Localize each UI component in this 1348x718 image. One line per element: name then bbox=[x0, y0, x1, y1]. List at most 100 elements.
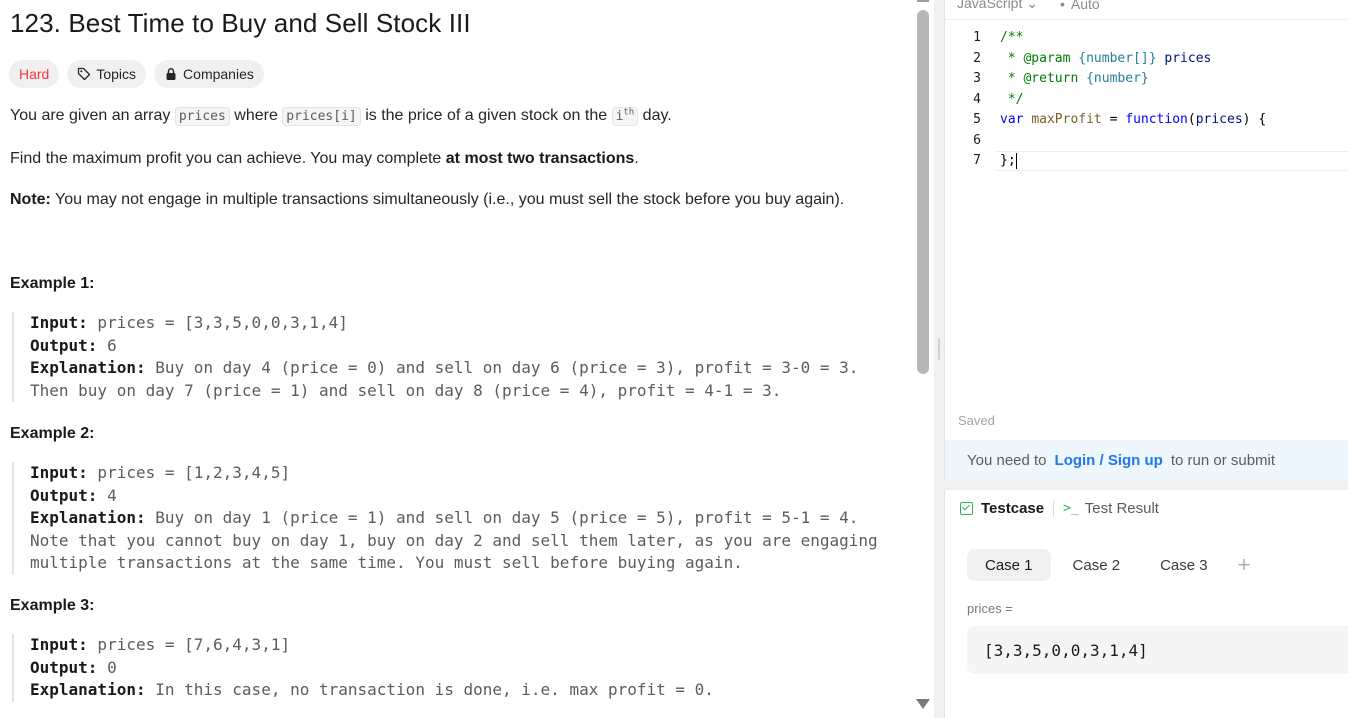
dot-icon: • bbox=[1059, 0, 1065, 12]
text: day. bbox=[638, 107, 672, 124]
description-note: Note: You may not engage in multiple tra… bbox=[10, 191, 844, 209]
line-number: 1 bbox=[973, 30, 981, 45]
case-tabs: Case 1 Case 2 Case 3 + bbox=[967, 549, 1250, 581]
code-line[interactable]: * @return {number} bbox=[1000, 69, 1149, 90]
current-line-highlight bbox=[995, 151, 1348, 171]
companies-label: Companies bbox=[183, 66, 254, 82]
example-2-block: Input: prices = [1,2,3,4,5] Output: 4 Ex… bbox=[12, 462, 878, 575]
scroll-thumb[interactable] bbox=[917, 10, 929, 374]
line-number: 6 bbox=[973, 132, 981, 148]
input-label: Input: bbox=[30, 313, 88, 332]
explanation-label: Explanation: bbox=[30, 508, 146, 528]
code-line[interactable]: * @param {number[]} prices bbox=[1000, 49, 1212, 70]
input-value: prices = [3,3,5,0,0,3,1,4] bbox=[87, 313, 348, 332]
example-2-heading: Example 2: bbox=[10, 425, 95, 442]
explanation-label: Explanation: bbox=[30, 680, 146, 700]
scroll-up-arrow[interactable] bbox=[917, 0, 929, 2]
line-number: 7 bbox=[973, 153, 981, 168]
saved-status: Saved bbox=[958, 413, 995, 428]
input-label: Input: bbox=[30, 635, 88, 654]
explanation-text: Buy on day 4 (price = 0) and sell on day… bbox=[145, 358, 859, 378]
code-line[interactable]: */ bbox=[1000, 90, 1024, 111]
variable-label: prices = bbox=[967, 601, 1013, 616]
explanation-text: multiple transactions at the same time. … bbox=[30, 553, 743, 573]
example-1-block: Input: prices = [3,3,5,0,0,3,1,4] Output… bbox=[12, 312, 859, 403]
topics-label: Topics bbox=[96, 66, 137, 82]
superscript: th bbox=[623, 107, 635, 118]
chevron-down-icon: ⌄ bbox=[1026, 0, 1038, 11]
case-3-tab[interactable]: Case 3 bbox=[1142, 549, 1226, 581]
text: You are given an array bbox=[10, 107, 175, 124]
text: is the price of a given stock on the bbox=[360, 107, 612, 124]
case-1-tab[interactable]: Case 1 bbox=[967, 549, 1051, 581]
tab-test-result[interactable]: >_ Test Result bbox=[1063, 500, 1159, 517]
add-case-icon[interactable]: + bbox=[1238, 552, 1251, 578]
input-value: prices = [7,6,4,3,1] bbox=[87, 635, 291, 654]
language-label: JavaScript bbox=[957, 0, 1023, 11]
code-line[interactable] bbox=[1000, 131, 1008, 152]
example-1-heading: Example 1: bbox=[10, 275, 95, 292]
tag-icon bbox=[78, 67, 91, 81]
output-value: 0 bbox=[97, 657, 117, 677]
code-line[interactable]: /** bbox=[1000, 28, 1023, 49]
mode-label: Auto bbox=[1070, 0, 1100, 12]
login-signup-link[interactable]: Login / Sign up bbox=[1055, 452, 1163, 469]
description-paragraph-1: You are given an array prices where pric… bbox=[10, 107, 672, 126]
lock-icon bbox=[166, 68, 176, 80]
line-number: 2 bbox=[973, 50, 981, 66]
inline-code: prices bbox=[174, 107, 230, 126]
companies-button[interactable]: Companies bbox=[154, 60, 264, 88]
panel-resize-handle[interactable] bbox=[934, 0, 944, 718]
output-value: 4 bbox=[97, 485, 117, 505]
description-scrollbar[interactable] bbox=[914, 0, 932, 718]
login-suffix-text: to run or submit bbox=[1170, 451, 1276, 469]
code-line[interactable]: var maxProfit = function(prices) { bbox=[1000, 110, 1266, 131]
explanation-label: Explanation: bbox=[30, 358, 146, 378]
grip-icon bbox=[938, 338, 940, 360]
explanation-text: Buy on day 1 (price = 1) and sell on day… bbox=[145, 508, 859, 528]
login-banner: You need to Login / Sign up to run or su… bbox=[945, 440, 1348, 480]
tag-row: Hard Topics Companies bbox=[9, 60, 264, 88]
topics-button[interactable]: Topics bbox=[67, 60, 147, 88]
description-panel: 123. Best Time to Buy and Sell Stock III… bbox=[0, 0, 918, 718]
example-3-heading: Example 3: bbox=[10, 597, 95, 614]
text: where bbox=[229, 107, 283, 124]
difficulty-badge: Hard bbox=[9, 60, 60, 88]
note-text: You may not engage in multiple transacti… bbox=[50, 191, 845, 208]
case-2-tab[interactable]: Case 2 bbox=[1055, 549, 1139, 581]
tab-label: Testcase bbox=[981, 500, 1045, 517]
example-3-block: Input: prices = [7,6,4,3,1] Output: 0 Ex… bbox=[12, 634, 714, 702]
explanation-text: In this case, no transaction is done, i.… bbox=[145, 680, 714, 700]
output-value: 6 bbox=[97, 335, 117, 355]
login-prompt-text: You need to bbox=[967, 451, 1047, 469]
output-label: Output: bbox=[30, 485, 98, 505]
editor-toolbar: JavaScript ⌄ • Auto bbox=[945, 0, 1348, 20]
testcase-panel: Testcase >_ Test Result Case 1 Case 2 Ca… bbox=[944, 490, 1348, 718]
code-editor[interactable]: JavaScript ⌄ • Auto 1 2 3 4 5 6 7 /** * … bbox=[944, 0, 1348, 480]
inline-code: ith bbox=[611, 107, 639, 126]
horizontal-resize-handle[interactable] bbox=[944, 480, 1348, 490]
text: . bbox=[634, 150, 639, 167]
code-line[interactable]: }; bbox=[1000, 151, 1017, 172]
output-label: Output: bbox=[30, 657, 98, 677]
terminal-icon: >_ bbox=[1063, 501, 1079, 516]
tab-divider bbox=[1053, 500, 1055, 517]
line-number: 4 bbox=[973, 91, 981, 107]
language-selector[interactable]: JavaScript ⌄ bbox=[957, 0, 1038, 12]
input-label: Input: bbox=[30, 463, 88, 482]
testcase-tabs: Testcase >_ Test Result bbox=[960, 500, 1159, 517]
input-value: prices = [1,2,3,4,5] bbox=[87, 463, 291, 482]
inline-code: prices[i] bbox=[282, 107, 361, 126]
line-number: 5 bbox=[973, 112, 981, 127]
scroll-down-arrow[interactable] bbox=[916, 699, 930, 709]
tab-testcase[interactable]: Testcase bbox=[960, 500, 1044, 517]
line-number: 3 bbox=[973, 71, 981, 86]
testcase-input[interactable]: [3,3,5,0,0,3,1,4] bbox=[967, 626, 1348, 674]
tab-label: Test Result bbox=[1084, 500, 1159, 517]
text: Find the maximum profit you can achieve.… bbox=[10, 150, 446, 167]
explanation-text: Note that you cannot buy on day 1, buy o… bbox=[30, 530, 878, 550]
bold-text: at most two transactions bbox=[445, 150, 635, 167]
text-caret bbox=[1015, 152, 1017, 169]
checkbox-icon bbox=[960, 502, 973, 515]
note-label: Note: bbox=[10, 191, 51, 208]
